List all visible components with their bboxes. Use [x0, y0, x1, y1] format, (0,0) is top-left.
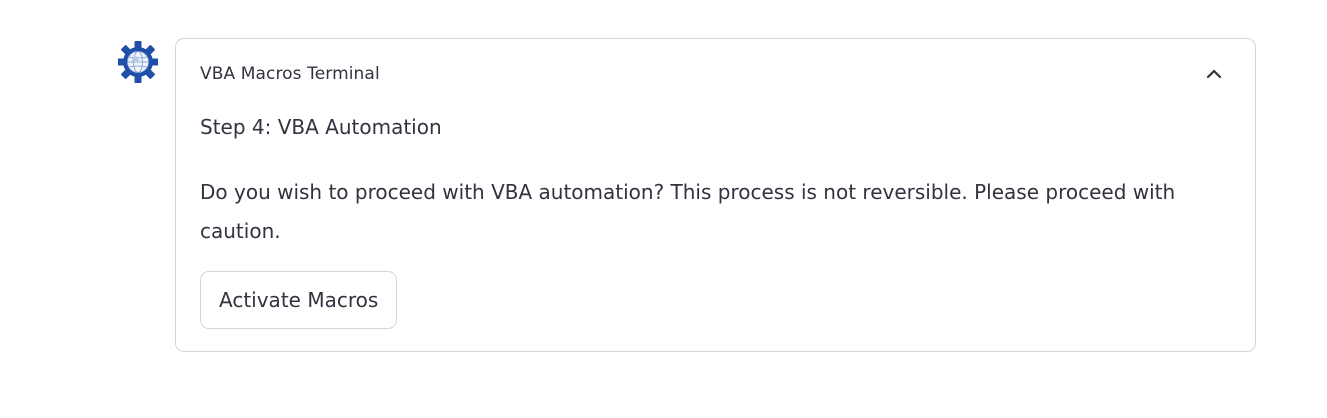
chat-message: VBA Macros Terminal Step 4: VBA Automati…	[117, 38, 1258, 354]
warning-message: Do you wish to proceed with VBA automati…	[200, 180, 1176, 243]
step-heading: Step 4: VBA Automation	[200, 115, 442, 139]
activate-macros-button[interactable]: Activate Macros	[200, 271, 398, 329]
assistant-avatar	[117, 40, 159, 84]
expander-header[interactable]: VBA Macros Terminal	[176, 39, 1255, 109]
chevron-up-icon[interactable]	[1201, 61, 1227, 87]
gear-globe-icon	[117, 41, 159, 83]
expander-title: VBA Macros Terminal	[200, 64, 380, 84]
expander-panel: VBA Macros Terminal Step 4: VBA Automati…	[175, 38, 1256, 352]
